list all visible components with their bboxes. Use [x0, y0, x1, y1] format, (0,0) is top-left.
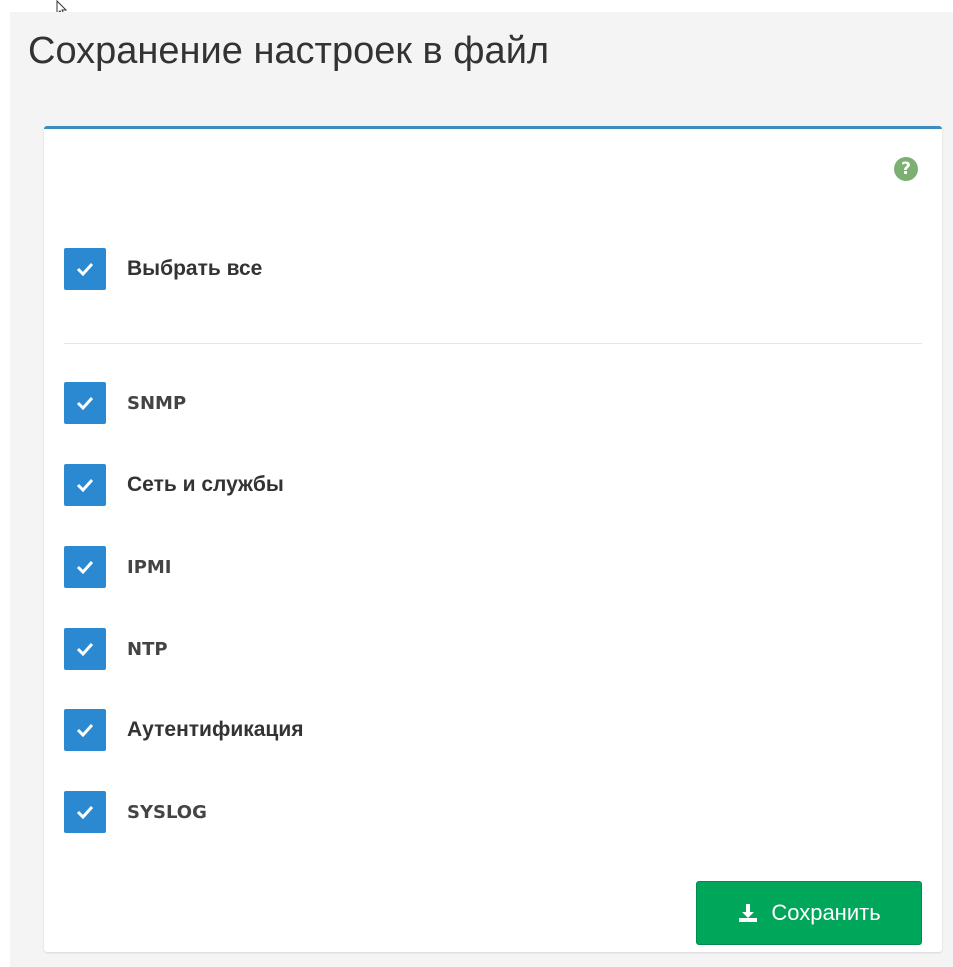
checkmark-icon: [76, 396, 94, 410]
checkbox-checked[interactable]: [64, 709, 106, 751]
checkbox-item-label: Аутентификация: [127, 718, 304, 741]
checkbox-item-label: NTP: [127, 638, 168, 660]
checkmark-icon: [76, 723, 94, 737]
checkbox-item-ipmi[interactable]: IPMI: [64, 546, 172, 588]
checkmark-icon: [76, 478, 94, 492]
divider: [64, 343, 922, 344]
checkbox-checked[interactable]: [64, 248, 106, 290]
checkbox-item-syslog[interactable]: SYSLOG: [64, 791, 207, 833]
checkbox-checked[interactable]: [64, 628, 106, 670]
checkmark-icon: [76, 262, 94, 276]
settings-panel: ? Выбрать все SNMP Сеть и службы IPMI NT…: [44, 126, 942, 952]
checkmark-icon: [76, 560, 94, 574]
checkbox-item-label: IPMI: [127, 556, 172, 578]
checkbox-item-snmp[interactable]: SNMP: [64, 382, 186, 424]
select-all-checkbox[interactable]: Выбрать все: [64, 248, 262, 290]
page-title: Сохранение настроек в файл: [28, 30, 550, 72]
download-icon: [737, 902, 759, 924]
checkbox-item-label: SYSLOG: [127, 801, 207, 823]
checkmark-icon: [76, 805, 94, 819]
checkbox-checked[interactable]: [64, 546, 106, 588]
checkbox-checked[interactable]: [64, 464, 106, 506]
checkbox-item-ntp[interactable]: NTP: [64, 628, 168, 670]
page: Сохранение настроек в файл ? Выбрать все…: [10, 12, 953, 967]
checkbox-checked[interactable]: [64, 791, 106, 833]
checkbox-item-label: SNMP: [127, 392, 187, 414]
checkbox-item-authentication[interactable]: Аутентификация: [64, 709, 304, 751]
save-button[interactable]: Сохранить: [696, 881, 922, 945]
checkbox-item-label: Сеть и службы: [127, 473, 284, 496]
checkbox-item-network-services[interactable]: Сеть и службы: [64, 464, 284, 506]
question-circle-icon[interactable]: ?: [894, 157, 918, 181]
checkmark-icon: [76, 642, 94, 656]
checkbox-checked[interactable]: [64, 382, 106, 424]
save-button-label: Сохранить: [771, 900, 881, 925]
select-all-label: Выбрать все: [127, 257, 263, 280]
